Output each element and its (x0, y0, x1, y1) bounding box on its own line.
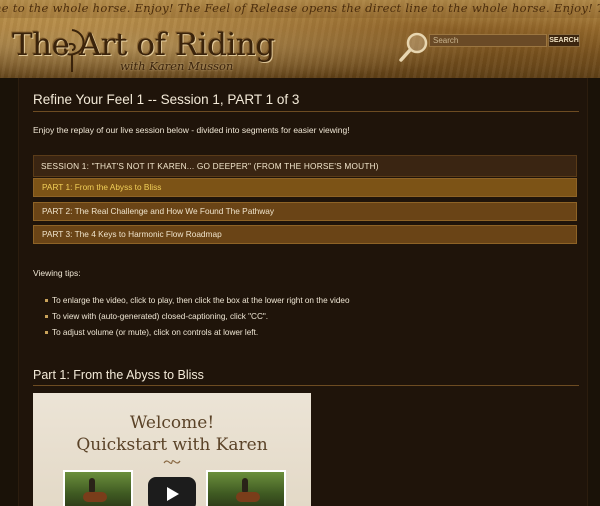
bullet-icon (45, 299, 48, 302)
search-input[interactable] (429, 34, 547, 47)
magnifier-icon (399, 32, 428, 62)
viewing-tips-heading: Viewing tips: (33, 268, 81, 278)
video-thumbnail-right (206, 470, 286, 506)
page-title: Refine Your Feel 1 -- Session 1, PART 1 … (33, 90, 579, 112)
tip-item: To adjust volume (or mute), click on con… (45, 325, 565, 341)
viewing-tips-list: To enlarge the video, click to play, the… (45, 293, 565, 341)
tip-text: To enlarge the video, click to play, the… (52, 296, 350, 305)
flourish-icon (163, 459, 181, 465)
bullet-icon (45, 331, 48, 334)
tip-item: To view with (auto-generated) closed-cap… (45, 309, 565, 325)
video-player[interactable]: Welcome! Quickstart with Karen (33, 393, 311, 506)
header-tagline: ne to the whole horse. Enjoy! The Feel o… (0, 0, 600, 18)
site-header: ne to the whole horse. Enjoy! The Feel o… (0, 0, 600, 78)
session-heading: SESSION 1: "THAT'S NOT IT KAREN... GO DE… (33, 155, 577, 177)
horse-figure (236, 492, 260, 502)
search-button[interactable]: SEARCH (548, 34, 580, 47)
video-thumbnail-left (63, 470, 133, 506)
bullet-icon (45, 315, 48, 318)
site-logo-title[interactable]: The Art of Riding (12, 28, 275, 62)
play-button[interactable] (148, 477, 196, 506)
main-content: Refine Your Feel 1 -- Session 1, PART 1 … (18, 78, 588, 506)
rider-figure (89, 478, 95, 492)
part-1-link[interactable]: PART 1: From the Abyss to Bliss (33, 178, 577, 197)
tip-text: To view with (auto-generated) closed-cap… (52, 312, 269, 321)
part-2-link[interactable]: PART 2: The Real Challenge and How We Fo… (33, 202, 577, 221)
site-logo-subtitle: with Karen Musson (120, 59, 234, 73)
tip-text: To adjust volume (or mute), click on con… (52, 328, 259, 337)
tip-item: To enlarge the video, click to play, the… (45, 293, 565, 309)
part-3-link[interactable]: PART 3: The 4 Keys to Harmonic Flow Road… (33, 225, 577, 244)
intro-text: Enjoy the replay of our live session bel… (33, 125, 350, 135)
horse-figure (83, 492, 107, 502)
rider-figure (242, 478, 248, 492)
section-title: Part 1: From the Abyss to Bliss (33, 366, 579, 386)
video-quickstart-text: Quickstart with Karen (76, 435, 268, 455)
video-welcome-text: Welcome! (129, 413, 215, 433)
